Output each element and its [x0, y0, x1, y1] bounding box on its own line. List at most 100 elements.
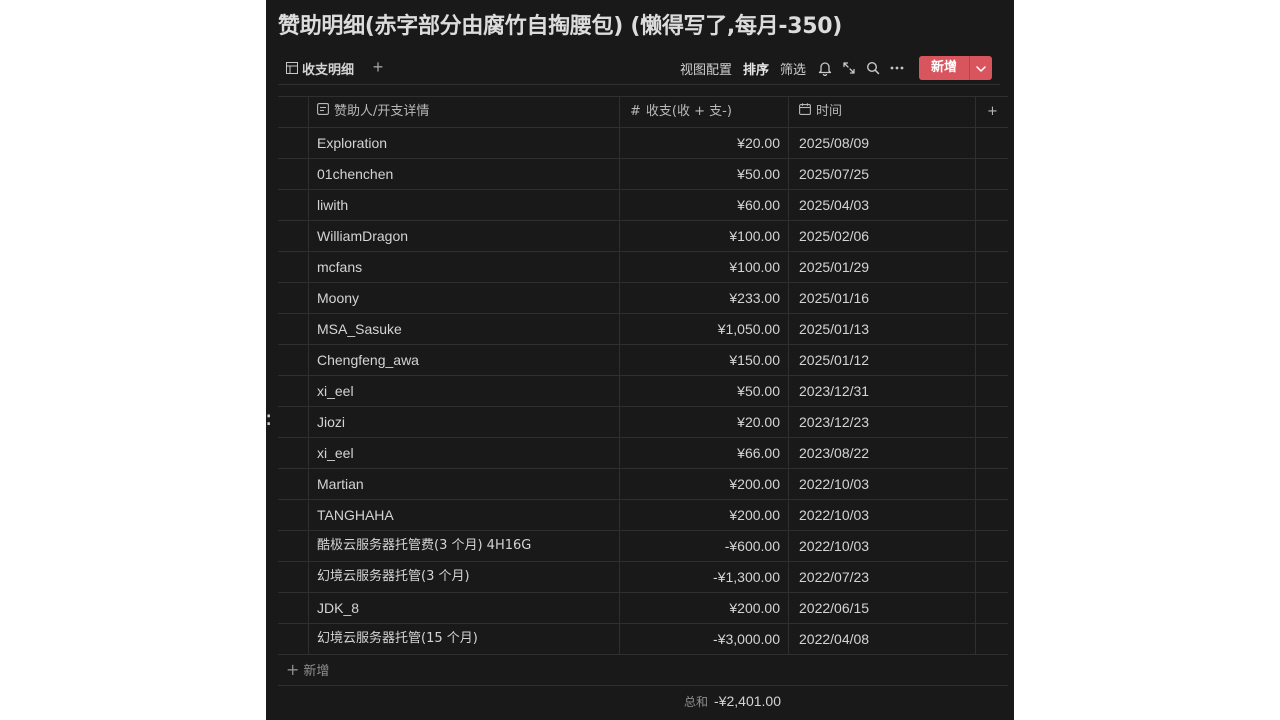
cell-name[interactable]: liwith	[309, 190, 620, 220]
row-gutter[interactable]	[278, 624, 309, 654]
table-row[interactable]: Moony ¥233.00 2025/01/16	[278, 283, 1008, 314]
cell-name[interactable]: WilliamDragon	[309, 221, 620, 251]
column-header-date[interactable]: 时间	[790, 97, 976, 127]
cell-name[interactable]: 幻境云服务器托管(3 个月)	[309, 562, 620, 592]
cell-date[interactable]: 2025/02/06	[790, 221, 976, 251]
cell-amount[interactable]: ¥100.00	[621, 221, 789, 251]
table-row[interactable]: xi_eel ¥66.00 2023/08/22	[278, 438, 1008, 469]
table-row[interactable]: Exploration ¥20.00 2025/08/09	[278, 128, 1008, 159]
cell-date[interactable]: 2022/10/03	[790, 531, 976, 561]
table-row[interactable]: MSA_Sasuke ¥1,050.00 2025/01/13	[278, 314, 1008, 345]
table-row[interactable]: Chengfeng_awa ¥150.00 2025/01/12	[278, 345, 1008, 376]
cell-amount[interactable]: ¥50.00	[621, 376, 789, 406]
cell-date[interactable]: 2022/07/23	[790, 562, 976, 592]
cell-amount[interactable]: ¥200.00	[621, 500, 789, 530]
filter-button[interactable]: 筛选	[780, 59, 806, 78]
new-record-dropdown[interactable]	[969, 56, 992, 80]
cell-amount[interactable]: ¥20.00	[621, 407, 789, 437]
row-gutter[interactable]	[278, 190, 309, 220]
cell-date[interactable]: 2022/10/03	[790, 500, 976, 530]
cell-name[interactable]: 幻境云服务器托管(15 个月)	[309, 624, 620, 654]
cell-name[interactable]: xi_eel	[309, 438, 620, 468]
row-gutter[interactable]	[278, 221, 309, 251]
row-gutter[interactable]	[278, 345, 309, 375]
table-row[interactable]: 幻境云服务器托管(3 个月) -¥1,300.00 2022/07/23	[278, 562, 1008, 593]
row-gutter[interactable]	[278, 531, 309, 561]
view-config-button[interactable]: 视图配置	[680, 59, 732, 78]
row-gutter[interactable]	[278, 159, 309, 189]
cell-name[interactable]: mcfans	[309, 252, 620, 282]
cell-amount[interactable]: -¥1,300.00	[621, 562, 789, 592]
cell-date[interactable]: 2023/12/23	[790, 407, 976, 437]
column-header-name[interactable]: 赞助人/开支详情	[309, 97, 620, 127]
row-gutter[interactable]	[278, 593, 309, 623]
table-row[interactable]: 01chenchen ¥50.00 2025/07/25	[278, 159, 1008, 190]
table-row[interactable]: Martian ¥200.00 2022/10/03	[278, 469, 1008, 500]
cell-name[interactable]: Exploration	[309, 128, 620, 158]
cell-date[interactable]: 2025/01/29	[790, 252, 976, 282]
cell-amount[interactable]: ¥20.00	[621, 128, 789, 158]
row-gutter[interactable]	[278, 500, 309, 530]
expand-icon[interactable]	[841, 60, 857, 76]
table-row[interactable]: 酷极云服务器托管费(3 个月) 4H16G -¥600.00 2022/10/03	[278, 531, 1008, 562]
row-gutter[interactable]	[278, 438, 309, 468]
table-row[interactable]: JDK_8 ¥200.00 2022/06/15	[278, 593, 1008, 624]
cell-date[interactable]: 2025/01/13	[790, 314, 976, 344]
cell-name[interactable]: 酷极云服务器托管费(3 个月) 4H16G	[309, 531, 620, 561]
cell-amount[interactable]: -¥600.00	[621, 531, 789, 561]
table-row[interactable]: WilliamDragon ¥100.00 2025/02/06	[278, 221, 1008, 252]
row-gutter[interactable]	[278, 128, 309, 158]
table-row[interactable]: liwith ¥60.00 2025/04/03	[278, 190, 1008, 221]
cell-date[interactable]: 2022/10/03	[790, 469, 976, 499]
cell-date[interactable]: 2023/08/22	[790, 438, 976, 468]
cell-name[interactable]: JDK_8	[309, 593, 620, 623]
cell-amount[interactable]: ¥50.00	[621, 159, 789, 189]
cell-amount[interactable]: ¥1,050.00	[621, 314, 789, 344]
cell-date[interactable]: 2025/07/25	[790, 159, 976, 189]
cell-date[interactable]: 2022/06/15	[790, 593, 976, 623]
row-gutter[interactable]	[278, 562, 309, 592]
cell-name[interactable]: Chengfeng_awa	[309, 345, 620, 375]
row-gutter[interactable]	[278, 469, 309, 499]
cell-name[interactable]: Moony	[309, 283, 620, 313]
summary-cell[interactable]: 总和 -¥2,401.00	[621, 686, 789, 717]
more-icon[interactable]	[889, 60, 905, 76]
cell-name[interactable]: Martian	[309, 469, 620, 499]
sort-button[interactable]: 排序	[743, 59, 769, 78]
cell-date[interactable]: 2025/08/09	[790, 128, 976, 158]
cell-amount[interactable]: ¥60.00	[621, 190, 789, 220]
search-icon[interactable]	[865, 60, 881, 76]
tab-view-ledger[interactable]: 收支明细	[286, 58, 354, 78]
cell-amount[interactable]: ¥66.00	[621, 438, 789, 468]
table-row[interactable]: TANGHAHA ¥200.00 2022/10/03	[278, 500, 1008, 531]
bell-icon[interactable]	[817, 60, 833, 76]
cell-name[interactable]: 01chenchen	[309, 159, 620, 189]
cell-date[interactable]: 2023/12/31	[790, 376, 976, 406]
cell-date[interactable]: 2025/01/12	[790, 345, 976, 375]
row-gutter[interactable]	[278, 376, 309, 406]
cell-name[interactable]: TANGHAHA	[309, 500, 620, 530]
row-gutter[interactable]	[278, 283, 309, 313]
add-row-button[interactable]: + 新增	[286, 655, 329, 687]
drag-handle-icon[interactable]: ⁚	[266, 412, 271, 429]
add-view-button[interactable]: +	[366, 54, 390, 80]
cell-amount[interactable]: ¥100.00	[621, 252, 789, 282]
cell-amount[interactable]: ¥200.00	[621, 469, 789, 499]
cell-date[interactable]: 2025/01/16	[790, 283, 976, 313]
column-header-amount[interactable]: # 收支(收 + 支-)	[621, 97, 789, 127]
cell-date[interactable]: 2022/04/08	[790, 624, 976, 654]
new-record-button[interactable]: 新增	[918, 56, 969, 80]
add-column-button[interactable]: +	[977, 97, 1008, 127]
table-row[interactable]: 幻境云服务器托管(15 个月) -¥3,000.00 2022/04/08	[278, 624, 1008, 655]
table-row[interactable]: Jiozi ¥20.00 2023/12/23	[278, 407, 1008, 438]
table-row[interactable]: xi_eel ¥50.00 2023/12/31	[278, 376, 1008, 407]
cell-name[interactable]: MSA_Sasuke	[309, 314, 620, 344]
row-gutter[interactable]	[278, 314, 309, 344]
cell-name[interactable]: xi_eel	[309, 376, 620, 406]
row-gutter[interactable]	[278, 407, 309, 437]
cell-amount[interactable]: ¥200.00	[621, 593, 789, 623]
cell-name[interactable]: Jiozi	[309, 407, 620, 437]
table-row[interactable]: mcfans ¥100.00 2025/01/29	[278, 252, 1008, 283]
cell-amount[interactable]: ¥150.00	[621, 345, 789, 375]
cell-amount[interactable]: -¥3,000.00	[621, 624, 789, 654]
